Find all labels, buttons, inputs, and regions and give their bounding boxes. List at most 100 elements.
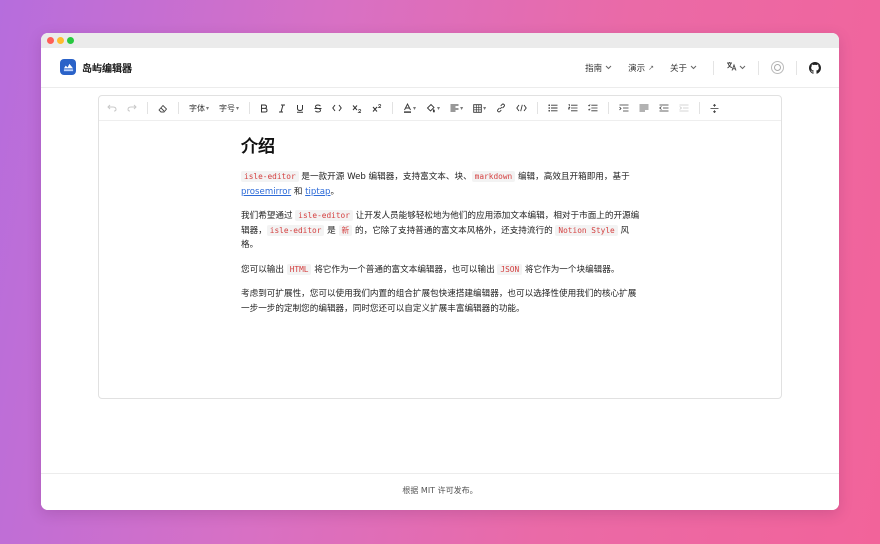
inline-code: JSON [497, 263, 523, 275]
chevron-down-icon: ▾ [460, 104, 464, 112]
inline-code: isle-editor [266, 224, 325, 236]
minimize-window-button[interactable] [57, 37, 64, 44]
highlight-icon [426, 103, 435, 113]
superscript-icon[interactable] [372, 100, 382, 116]
editor-container: 字体 ▾ 字号 ▾ ▾ ▾ ▾ ▾ 介绍 isle-editor 是一款开源 W… [98, 95, 782, 399]
strikethrough-icon[interactable] [314, 100, 322, 116]
paragraph-intro: isle-editor 是一款开源 Web 编辑器，支持富文本、块、 markdo… [241, 170, 641, 199]
chevron-down-icon: ▾ [413, 104, 417, 112]
language-switcher[interactable] [726, 61, 746, 74]
font-size-select[interactable]: 字号 ▾ [219, 100, 239, 116]
brand-name: 岛屿编辑器 [82, 63, 132, 75]
maximize-window-button[interactable] [67, 37, 74, 44]
toolbar-divider [392, 102, 394, 114]
text-color-select[interactable]: ▾ [403, 100, 416, 116]
clear-format-icon[interactable] [158, 100, 168, 116]
chevron-down-icon [690, 64, 697, 72]
text-color-icon [404, 103, 412, 113]
close-window-button[interactable] [47, 37, 54, 44]
brand[interactable]: 岛屿编辑器 [60, 59, 132, 75]
text: 编辑，高效且开箱即用，基于 [515, 172, 630, 182]
divider [758, 60, 759, 75]
line-height-icon[interactable] [619, 100, 629, 116]
top-navbar: 岛屿编辑器 指南 演示 ↗ 关于 [41, 48, 839, 88]
indent-icon[interactable] [679, 100, 689, 116]
text: 的，它除了支持普通的富文本风格外，还支持流行的 [352, 225, 556, 236]
nav-about-label: 关于 [669, 63, 687, 74]
inline-code-icon[interactable] [332, 100, 342, 116]
font-family-select[interactable]: 字体 ▾ [189, 100, 209, 116]
text: 和 [291, 186, 306, 197]
document-title: 介绍 [241, 137, 275, 157]
task-list-icon[interactable] [588, 100, 598, 116]
nav-links: 指南 演示 ↗ 关于 [585, 48, 839, 87]
align-select[interactable]: ▾ [450, 100, 463, 116]
inline-code: 新 [338, 224, 353, 236]
chevron-down-icon: ▾ [437, 104, 441, 112]
toolbar-divider [249, 102, 251, 114]
editor-toolbar: 字体 ▾ 字号 ▾ ▾ ▾ ▾ ▾ [99, 96, 781, 121]
text: 是 [324, 225, 339, 236]
code-block-icon[interactable] [516, 100, 527, 116]
nav-about[interactable]: 关于 [670, 62, 697, 74]
inline-code: isle-editor [241, 171, 299, 182]
text: 。 [330, 186, 340, 197]
translate-icon [726, 61, 737, 74]
undo-icon[interactable] [107, 100, 117, 116]
paragraph-spacing-icon[interactable] [639, 100, 649, 116]
prosemirror-link[interactable]: prosemirror [241, 187, 291, 197]
toolbar-divider [147, 102, 148, 114]
editor-content[interactable]: 介绍 isle-editor 是一款开源 Web 编辑器，支持富文本、块、 mar… [241, 132, 641, 326]
toolbar-divider [178, 102, 179, 114]
align-left-icon [450, 104, 459, 112]
horizontal-rule-icon[interactable] [710, 100, 719, 116]
inline-code: isle-editor [295, 210, 353, 221]
brand-logo-icon [60, 59, 76, 75]
font-family-label: 字体 [189, 103, 205, 113]
text: 将它作为一个普通的富文本编辑器，也可以输出 [311, 264, 498, 275]
chevron-down-icon: ▾ [483, 104, 487, 112]
theme-toggle-icon[interactable] [771, 61, 784, 74]
chevron-down-icon [739, 64, 746, 72]
inline-code: HTML [286, 263, 312, 275]
chevron-down-icon: ▾ [236, 104, 240, 112]
nav-guide-label: 指南 [585, 63, 603, 74]
underline-icon[interactable] [296, 100, 304, 116]
subscript-icon[interactable] [352, 100, 362, 116]
outdent-icon[interactable] [659, 100, 669, 116]
paragraph-extensibility: 考虑到可扩展性，您可以使用我们内置的组合扩展包快速搭建编辑器，也可以选择性使用我… [241, 289, 637, 314]
toolbar-divider [699, 102, 701, 114]
text: 是一款开源 Web 编辑器，支持富文本、块、 [298, 172, 472, 182]
paragraph-output: 您可以输出 HTML 将它作为一个普通的富文本编辑器，也可以输出 JSON 将它… [241, 263, 641, 278]
highlight-select[interactable]: ▾ [426, 100, 440, 116]
toolbar-divider [537, 102, 539, 114]
footer-license-text: 根据 MIT 许可发布。 [402, 486, 478, 495]
inline-code: markdown [471, 171, 516, 182]
italic-icon[interactable] [278, 100, 286, 116]
text: 我们希望通过 [241, 211, 296, 221]
font-size-label: 字号 [219, 103, 236, 113]
bullet-list-icon[interactable] [548, 100, 558, 116]
nav-demo[interactable]: 演示 ↗ [628, 62, 654, 74]
chevron-down-icon: ▾ [206, 104, 210, 112]
external-link-icon: ↗ [648, 63, 654, 72]
nav-guide[interactable]: 指南 [585, 62, 612, 74]
inline-code: Notion Style [555, 224, 618, 236]
divider [713, 60, 714, 75]
paragraph-purpose: 我们希望通过 isle-editor 让开发人员能够轻松地为他们的应用添加文本编… [241, 209, 641, 253]
redo-icon[interactable] [127, 100, 137, 116]
table-select[interactable]: ▾ [473, 100, 486, 116]
tiptap-link[interactable]: tiptap [305, 187, 330, 197]
ordered-list-icon[interactable] [568, 100, 578, 116]
toolbar-divider [608, 102, 610, 114]
divider [796, 60, 797, 75]
title-bar [41, 33, 839, 48]
link-icon[interactable] [496, 100, 506, 116]
page-footer: 根据 MIT 许可发布。 [41, 473, 839, 510]
nav-demo-label: 演示 [628, 63, 646, 74]
github-icon[interactable] [809, 61, 821, 74]
bold-icon[interactable] [260, 100, 268, 116]
chevron-down-icon [605, 64, 612, 72]
browser-window: 岛屿编辑器 指南 演示 ↗ 关于 字体 ▾ 字号 ▾ ▾ ▾ ▾ ▾ 介绍 is… [41, 33, 839, 510]
table-icon [473, 103, 482, 113]
